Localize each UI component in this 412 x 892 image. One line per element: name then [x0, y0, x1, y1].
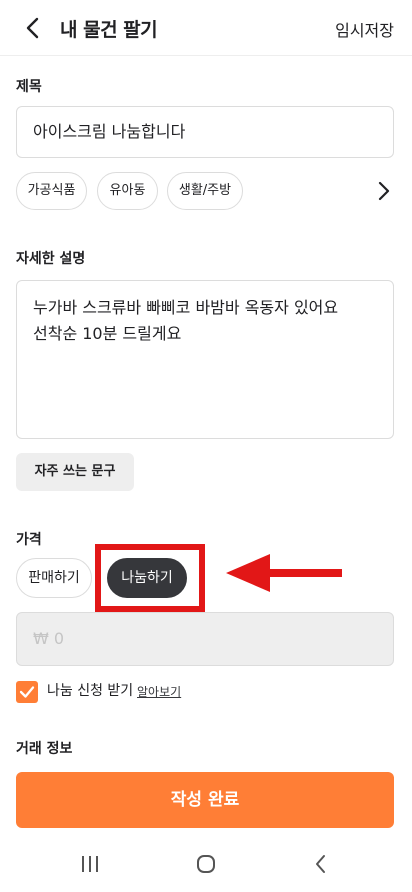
- save-draft-button[interactable]: 임시저장: [335, 17, 394, 41]
- price-label: 가격: [16, 532, 42, 548]
- checkmark-icon: [19, 686, 35, 698]
- trade-info-label: 거래 정보: [16, 741, 73, 757]
- description-label: 자세한 설명: [16, 251, 86, 267]
- frequent-phrases-button[interactable]: 자주 쓰는 문구: [16, 453, 134, 491]
- app-header: 내 물건 팔기 임시저장: [0, 0, 412, 56]
- share-request-label: 나눔 신청 받기: [47, 683, 134, 699]
- nav-back-icon[interactable]: [311, 853, 331, 875]
- description-textarea[interactable]: 누가바 스크류바 빠삐코 바밤바 옥동자 있어요 선착순 10분 드릴게요: [16, 280, 394, 439]
- highlight-annotation-box: [95, 544, 205, 612]
- category-chip-kitchen[interactable]: 생활/주방: [167, 172, 243, 210]
- chevron-right-icon[interactable]: [372, 178, 396, 204]
- share-request-checkbox[interactable]: [16, 681, 38, 703]
- arrow-annotation-icon: [226, 554, 342, 592]
- title-label: 제목: [16, 79, 42, 95]
- page-title: 내 물건 팔기: [60, 19, 158, 41]
- category-chip-kids[interactable]: 유아동: [97, 172, 158, 210]
- title-input[interactable]: 아이스크림 나눔합니다: [16, 106, 394, 158]
- back-arrow-icon[interactable]: [18, 12, 50, 44]
- price-input[interactable]: ₩ 0: [16, 612, 394, 666]
- sell-option-button[interactable]: 판매하기: [16, 558, 92, 598]
- recent-apps-icon[interactable]: [80, 854, 100, 874]
- category-chip-processed-food[interactable]: 가공식품: [16, 172, 87, 210]
- home-icon[interactable]: [195, 853, 217, 875]
- learn-more-link[interactable]: 알아보기: [137, 684, 181, 700]
- submit-button[interactable]: 작성 완료: [16, 772, 394, 828]
- system-navigation-bar: [0, 836, 412, 892]
